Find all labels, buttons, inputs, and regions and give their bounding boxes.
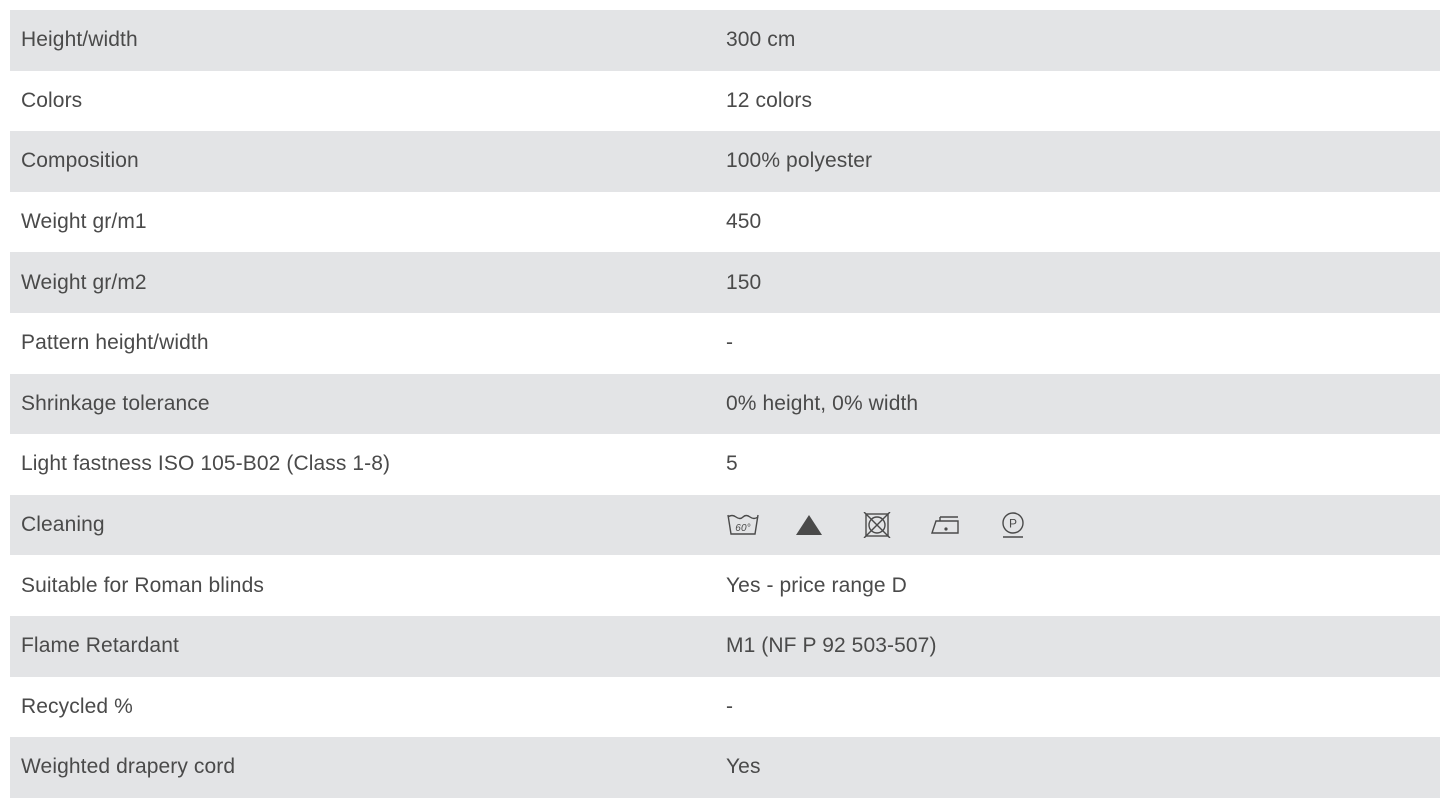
spec-label: Weight gr/m2 [21,270,147,294]
spec-label: Weighted drapery cord [21,755,236,779]
spec-value: 100% polyester [726,149,873,173]
spec-label: Flame Retardant [21,634,179,658]
spec-value: M1 (NF P 92 503-507) [726,634,937,658]
spec-label: Light fastness ISO 105-B02 (Class 1-8) [21,452,391,476]
spec-value: 0% height, 0% width [726,391,919,415]
table-row: Height/width 300 cm [10,10,1440,71]
spec-label: Recycled % [21,694,133,718]
table-row: Weight gr/m2 150 [10,252,1440,313]
spec-label: Weight gr/m1 [21,210,147,234]
table-row: Pattern height/width - [10,313,1440,374]
spec-label: Pattern height/width [21,331,209,355]
spec-label: Height/width [21,28,138,52]
table-row: Weighted drapery cord Yes [10,737,1440,798]
specs-table: Height/width 300 cm Colors 12 colors Com… [10,10,1440,798]
spec-value: 5 [726,452,738,476]
table-row: Suitable for Roman blinds Yes - price ra… [10,555,1440,616]
spec-value: 150 [726,270,762,294]
table-row: Light fastness ISO 105-B02 (Class 1-8) 5 [10,434,1440,495]
spec-value: - [726,331,734,355]
svg-text:P: P [1009,517,1017,531]
spec-value: Yes - price range D [726,573,907,597]
spec-value: - [726,694,734,718]
table-row: Composition 100% polyester [10,131,1440,192]
care-icons: 60° P [726,510,1440,540]
wash-60-icon: 60° [726,510,794,540]
spec-value: 450 [726,210,762,234]
table-row: Weight gr/m1 450 [10,192,1440,253]
no-tumble-dry-icon [862,510,930,540]
spec-label: Shrinkage tolerance [21,391,210,415]
table-row: Colors 12 colors [10,71,1440,132]
spec-value: Yes [726,755,761,779]
table-row: Cleaning 60° P [10,494,1440,556]
table-row: Flame Retardant M1 (NF P 92 503-507) [10,615,1440,677]
table-row: Shrinkage tolerance 0% height, 0% width [10,373,1440,435]
spec-label: Suitable for Roman blinds [21,573,264,597]
bleach-allowed-icon [794,510,862,540]
spec-label: Composition [21,149,139,173]
spec-label: Cleaning [21,513,105,537]
spec-label: Colors [21,88,83,112]
table-row: Recycled % - [10,677,1440,738]
iron-low-icon [930,510,998,540]
dry-clean-p-icon: P [998,510,1066,540]
spec-value: 300 cm [726,28,796,52]
spec-value: 12 colors [726,88,813,112]
svg-text:60°: 60° [735,523,750,534]
